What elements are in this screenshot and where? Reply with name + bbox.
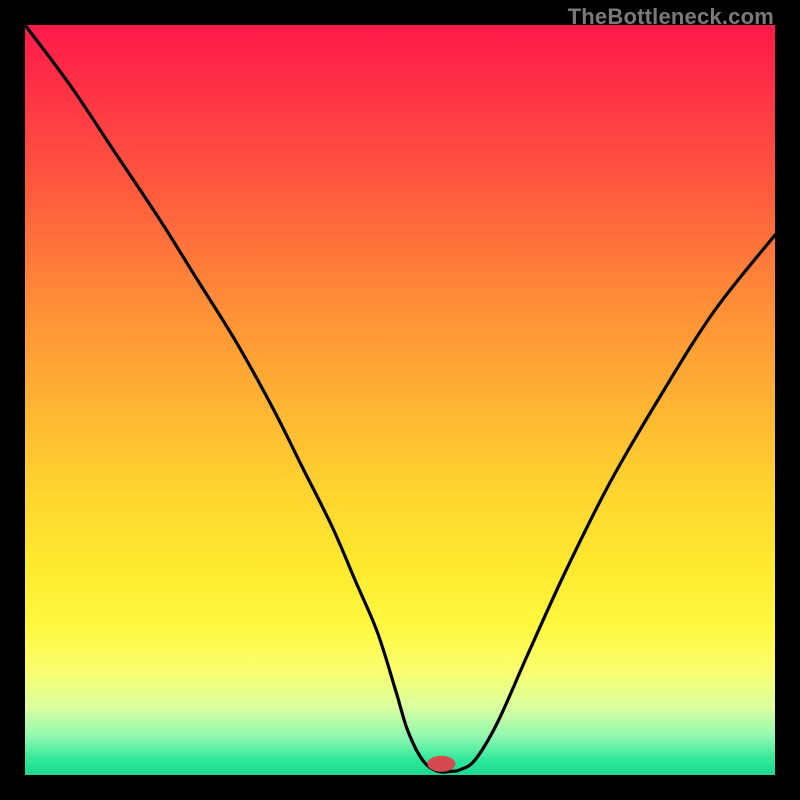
chart-frame: TheBottleneck.com [0,0,800,800]
plot-area [25,25,775,775]
optimum-marker [427,756,455,772]
curve-layer [25,25,775,775]
bottleneck-curve [25,25,775,772]
watermark-text: TheBottleneck.com [568,4,774,30]
